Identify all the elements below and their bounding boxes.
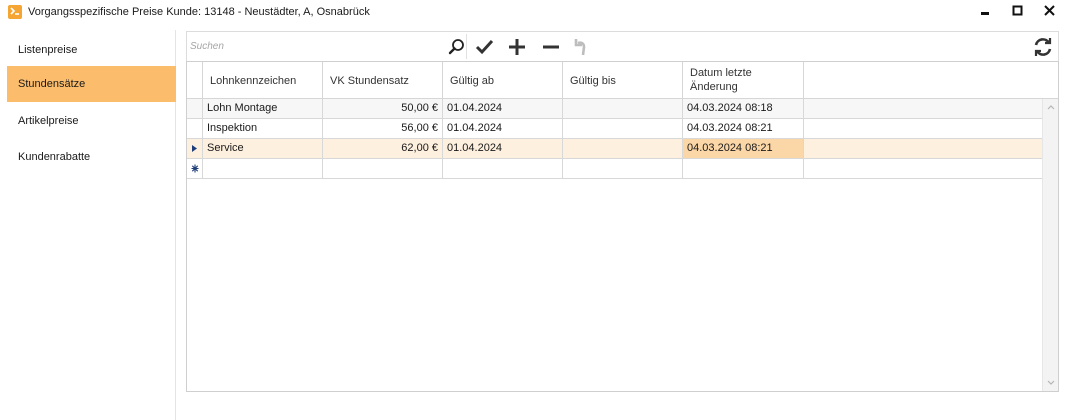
column-header-lohnkennzeichen[interactable]: Lohnkennzeichen — [203, 62, 323, 98]
toolbar-separator — [466, 34, 467, 59]
row-indicator — [187, 139, 203, 158]
refresh-icon — [1034, 38, 1052, 56]
cell-datum-letzte-aenderung[interactable]: 04.03.2024 08:18 — [683, 99, 804, 118]
close-icon — [1044, 5, 1055, 16]
row-indicator — [187, 99, 203, 118]
table-row[interactable]: Inspektion 56,00 € 01.04.2024 04.03.2024… — [187, 119, 1042, 139]
cell-gueltig-ab[interactable]: 01.04.2024 — [443, 119, 563, 138]
close-button[interactable] — [1035, 0, 1065, 22]
grid-header: Lohnkennzeichen VK Stundensatz Gültig ab… — [187, 62, 1058, 99]
cell-datum-letzte-aenderung[interactable]: 04.03.2024 08:21 — [683, 119, 804, 138]
cell-lohnkennzeichen[interactable]: Service — [203, 139, 323, 158]
cell-vk-stundensatz[interactable]: 56,00 € — [323, 119, 443, 138]
maximize-button[interactable] — [1003, 0, 1033, 22]
column-header-vk-stundensatz[interactable]: VK Stundensatz — [323, 62, 443, 98]
cell-datum-letzte-aenderung[interactable] — [683, 159, 804, 178]
toolbar — [186, 31, 1059, 61]
minus-icon — [543, 45, 559, 49]
column-header-gueltig-bis[interactable]: Gültig bis — [563, 62, 683, 98]
cell-gueltig-bis[interactable] — [563, 159, 683, 178]
table-row-new[interactable] — [187, 159, 1042, 179]
undo-button[interactable] — [572, 37, 594, 57]
refresh-button[interactable] — [1032, 37, 1054, 57]
scroll-down-icon[interactable] — [1047, 380, 1055, 386]
column-header-datum-letzte-aenderung[interactable]: Datum letzte Änderung — [683, 62, 804, 98]
search-button[interactable] — [446, 37, 468, 57]
maximize-icon — [1012, 5, 1023, 16]
window-title: Vorgangsspezifische Preise Kunde: 13148 … — [28, 6, 370, 18]
row-indicator — [187, 119, 203, 138]
title-bar: Vorgangsspezifische Preise Kunde: 13148 … — [0, 0, 1078, 26]
cell-gueltig-ab[interactable]: 01.04.2024 — [443, 99, 563, 118]
remove-button[interactable] — [540, 37, 562, 57]
plus-icon — [509, 39, 525, 55]
add-button[interactable] — [506, 37, 528, 57]
sidebar-item-kundenrabatte[interactable]: Kundenrabatte — [7, 139, 176, 175]
sidebar: Listenpreise Stundensätze Artikelpreise … — [0, 30, 176, 420]
cell-gueltig-bis[interactable] — [563, 119, 683, 138]
cell-gueltig-ab[interactable]: 01.04.2024 — [443, 139, 563, 158]
sidebar-item-listenpreise[interactable]: Listenpreise — [7, 32, 176, 68]
minimize-button[interactable] — [971, 0, 1001, 22]
cell-datum-letzte-aenderung[interactable]: 04.03.2024 08:21 — [683, 139, 804, 158]
row-indicator-header — [187, 62, 203, 98]
new-row-asterisk-icon — [191, 164, 199, 173]
app-icon — [8, 5, 22, 19]
current-row-arrow-icon — [192, 145, 197, 152]
scroll-up-icon[interactable] — [1047, 104, 1055, 110]
cell-lohnkennzeichen[interactable]: Inspektion — [203, 119, 323, 138]
table-row[interactable]: Lohn Montage 50,00 € 01.04.2024 04.03.20… — [187, 99, 1042, 119]
search-icon — [448, 39, 464, 55]
cell-vk-stundensatz[interactable]: 62,00 € — [323, 139, 443, 158]
search-input[interactable] — [188, 36, 438, 56]
sidebar-item-stundensaetze[interactable]: Stundensätze — [7, 66, 176, 102]
undo-icon — [574, 39, 586, 56]
hourly-rates-grid: Lohnkennzeichen VK Stundensatz Gültig ab… — [186, 61, 1059, 392]
row-indicator — [187, 159, 203, 178]
cell-vk-stundensatz[interactable]: 50,00 € — [323, 99, 443, 118]
column-header-gueltig-ab[interactable]: Gültig ab — [443, 62, 563, 98]
confirm-button[interactable] — [474, 37, 496, 57]
cell-lohnkennzeichen[interactable] — [203, 159, 323, 178]
cell-gueltig-bis[interactable] — [563, 99, 683, 118]
cell-vk-stundensatz[interactable] — [323, 159, 443, 178]
table-row-selected[interactable]: Service 62,00 € 01.04.2024 04.03.2024 08… — [187, 139, 1042, 159]
checkmark-icon — [475, 39, 494, 55]
cell-gueltig-bis[interactable] — [563, 139, 683, 158]
cell-gueltig-ab[interactable] — [443, 159, 563, 178]
vertical-scrollbar[interactable] — [1042, 99, 1058, 391]
minimize-icon — [981, 12, 989, 15]
cell-lohnkennzeichen[interactable]: Lohn Montage — [203, 99, 323, 118]
sidebar-item-artikelpreise[interactable]: Artikelpreise — [7, 103, 176, 139]
